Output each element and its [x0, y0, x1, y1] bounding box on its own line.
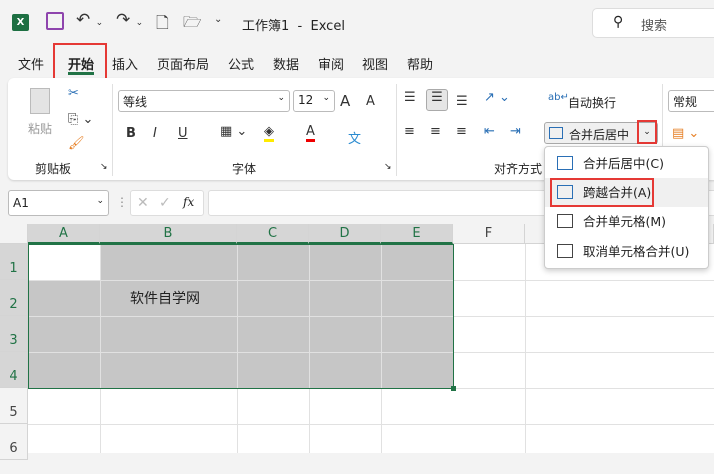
paste-icon[interactable] — [30, 88, 50, 114]
border-icon[interactable]: ▦ ⌄ — [220, 124, 247, 139]
name-box-value: A1 — [13, 196, 29, 210]
align-center-icon[interactable]: ≡ — [430, 124, 441, 139]
excel-logo-icon: X — [12, 14, 29, 31]
alignment-group-label: 对齐方式 — [494, 162, 543, 176]
font-group-label: 字体 — [232, 162, 257, 176]
menu-item-label: 合并后居中(C) — [583, 156, 664, 171]
font-name-select[interactable]: 等线 ⌄ — [118, 90, 290, 112]
open-folder-icon[interactable]: 🗁 — [183, 12, 202, 37]
gridline — [525, 244, 526, 453]
window-title: 工作簿1 - Excel — [242, 19, 345, 34]
align-middle-icon[interactable]: ☰ — [426, 89, 448, 111]
align-right-icon[interactable]: ≡ — [456, 124, 467, 139]
menu-item-merge-center[interactable]: 合并后居中(C) — [545, 149, 708, 178]
shrink-font-button[interactable]: A — [366, 94, 375, 109]
font-size-value: 12 — [298, 93, 314, 107]
number-format-select[interactable]: 常规 — [668, 90, 714, 112]
align-left-icon[interactable]: ≡ — [404, 124, 415, 139]
merge-center-icon — [557, 156, 573, 170]
insert-function-button[interactable]: fx — [183, 195, 194, 209]
title-bar: X ↶ ⌄ ↷ ⌄ 🗋 🗁 ⌄ 工作簿1 - Excel ⚲ 搜索 — [0, 0, 714, 46]
font-size-select[interactable]: 12 ⌄ — [293, 90, 335, 112]
column-header-c[interactable]: C — [237, 224, 309, 244]
customize-toolbar-icon[interactable]: ⌄ — [214, 14, 222, 25]
cut-icon[interactable]: ✂ — [68, 86, 79, 101]
grow-font-button[interactable]: A — [340, 92, 350, 110]
wrap-text-button[interactable]: 自动换行 — [568, 94, 616, 111]
cell-b2[interactable]: 软件自学网 — [130, 288, 200, 308]
clipboard-group-label: 剪贴板 — [35, 162, 72, 176]
bold-button[interactable]: B — [126, 126, 136, 141]
tab-page-layout[interactable]: 页面布局 — [157, 54, 209, 73]
row-header-3[interactable]: 3 — [0, 316, 28, 352]
row-header-4[interactable]: 4 — [0, 352, 28, 388]
align-top-icon[interactable]: ☰ — [404, 90, 416, 105]
tab-insert[interactable]: 插入 — [112, 54, 138, 73]
formula-buttons: ✕ ✓ fx — [130, 190, 204, 216]
phonetic-icon[interactable]: 文 — [348, 128, 361, 147]
menu-item-merge-cells[interactable]: 合并单元格(M) — [545, 207, 708, 236]
decrease-indent-icon[interactable]: ⇤ — [484, 124, 495, 139]
unmerge-icon — [557, 244, 573, 258]
tab-review[interactable]: 审阅 — [318, 54, 344, 73]
font-color-button[interactable]: A — [306, 124, 315, 142]
underline-button[interactable]: U — [178, 126, 188, 141]
copy-icon[interactable]: ⎘ ⌄ — [68, 112, 93, 127]
menu-item-unmerge[interactable]: 取消单元格合并(U) — [545, 237, 708, 266]
row-header-1[interactable]: 1 — [0, 244, 28, 280]
more-icon: ⋮ — [116, 195, 128, 209]
menu-item-label: 取消单元格合并(U) — [583, 244, 690, 259]
enter-icon[interactable]: ✓ — [159, 195, 171, 211]
column-header-a[interactable]: A — [28, 224, 100, 244]
orientation-icon[interactable]: ↗ ⌄ — [484, 90, 510, 105]
undo-icon[interactable]: ↶ ⌄ — [76, 10, 103, 30]
redo-icon[interactable]: ↷ ⌄ — [116, 10, 143, 30]
wrap-text-icon[interactable]: ab↵ — [548, 92, 569, 103]
column-header-f[interactable]: F — [453, 224, 525, 244]
merge-center-icon — [549, 127, 563, 139]
column-header-d[interactable]: D — [309, 224, 381, 244]
row-header-5[interactable]: 5 — [0, 388, 28, 424]
menu-item-label: 合并单元格(M) — [583, 214, 667, 229]
name-box[interactable]: A1 ⌄ — [8, 190, 109, 216]
search-icon: ⚲ — [613, 14, 624, 30]
select-all-corner[interactable] — [0, 224, 28, 244]
row-header-2[interactable]: 2 — [0, 280, 28, 316]
fill-color-icon[interactable]: ◈ — [264, 124, 274, 142]
tab-file[interactable]: 文件 — [18, 54, 44, 73]
merge-dropdown-menu: 合并后居中(C) 跨越合并(A) 合并单元格(M) 取消单元格合并(U) — [544, 146, 709, 269]
merge-dropdown-button[interactable]: ⌄ — [637, 120, 657, 144]
selection-border — [28, 244, 454, 389]
increase-indent-icon[interactable]: ⇥ — [510, 124, 521, 139]
number-format-value: 常规 — [673, 95, 698, 109]
fill-handle[interactable] — [451, 386, 456, 391]
row-header-6[interactable]: 6 — [0, 424, 28, 460]
cancel-icon[interactable]: ✕ — [137, 195, 149, 211]
divider — [396, 84, 397, 176]
tab-data[interactable]: 数据 — [273, 54, 299, 73]
paste-button[interactable]: 粘贴 — [28, 120, 52, 137]
tab-help[interactable]: 帮助 — [407, 54, 433, 73]
column-header-e[interactable]: E — [381, 224, 453, 244]
italic-button[interactable]: I — [153, 126, 157, 141]
font-name-value: 等线 — [123, 95, 148, 109]
divider — [112, 84, 113, 176]
clipboard-launcher-icon[interactable]: ↘ — [100, 162, 108, 172]
search-placeholder: 搜索 — [641, 19, 668, 34]
search-box[interactable]: ⚲ 搜索 — [592, 8, 714, 38]
format-painter-icon[interactable]: 🖌 — [68, 136, 85, 151]
number-format-icon[interactable]: ▤ ⌄ — [672, 126, 699, 141]
merge-center-label: 合并后居中 — [569, 128, 630, 142]
tab-formulas[interactable]: 公式 — [228, 54, 254, 73]
align-bottom-icon[interactable]: ☰ — [456, 94, 468, 109]
column-header-b[interactable]: B — [100, 224, 237, 244]
tab-view[interactable]: 视图 — [362, 54, 388, 73]
gridline — [28, 424, 714, 425]
save-icon[interactable] — [46, 12, 64, 30]
merge-cells-icon — [557, 214, 573, 228]
merge-across-highlight — [550, 178, 654, 207]
new-file-icon[interactable]: 🗋 — [156, 12, 169, 39]
font-launcher-icon[interactable]: ↘ — [384, 162, 392, 172]
